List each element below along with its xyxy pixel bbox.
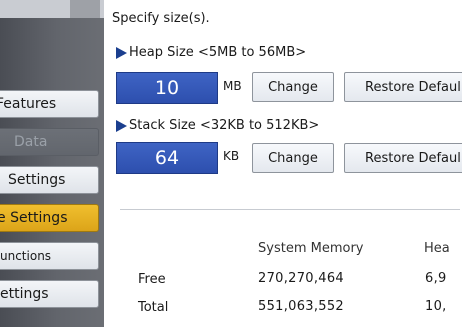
sidebar: Features Data Settings e Settings unctio… bbox=[0, 0, 104, 327]
heap-change-button[interactable]: Change bbox=[252, 72, 334, 102]
sidebar-item-label: Data bbox=[14, 134, 48, 150]
table-cell-free-system-memory: 270,270,464 bbox=[258, 271, 345, 286]
sidebar-item-functions[interactable]: unctions bbox=[0, 242, 99, 270]
heap-restore-default-button[interactable]: Restore Defaul bbox=[344, 72, 462, 102]
table-cell-total-heap: 10, bbox=[425, 299, 447, 314]
divider bbox=[120, 209, 460, 210]
instruction-text: Specify size(s). bbox=[112, 11, 210, 26]
sidebar-item-label: ettings bbox=[0, 286, 49, 302]
table-header-heap: Hea bbox=[424, 241, 450, 256]
table-row-label-total: Total bbox=[138, 300, 169, 315]
sidebar-item-label: unctions bbox=[0, 249, 52, 263]
stack-change-button[interactable]: Change bbox=[252, 143, 334, 173]
heap-size-value[interactable]: 10 bbox=[116, 72, 218, 104]
heap-size-label: Heap Size <5MB to 56MB> bbox=[116, 45, 306, 60]
stack-size-value[interactable]: 64 bbox=[116, 142, 218, 174]
table-row-label-free: Free bbox=[138, 272, 166, 287]
table-header-system-memory: System Memory bbox=[258, 241, 364, 256]
sidebar-item-features[interactable]: Features bbox=[0, 90, 99, 118]
stack-size-label-text: Stack Size <32KB to 512KB> bbox=[129, 118, 320, 133]
sidebar-item-label: Settings bbox=[8, 172, 66, 188]
arrow-right-icon bbox=[116, 119, 127, 132]
heap-size-label-text: Heap Size <5MB to 56MB> bbox=[129, 45, 307, 60]
sidebar-item-other-settings[interactable]: ettings bbox=[0, 280, 99, 308]
arrow-right-icon bbox=[116, 46, 127, 59]
sidebar-top-notch bbox=[70, 0, 100, 18]
table-cell-free-heap: 6,9 bbox=[425, 271, 447, 286]
stack-size-unit: KB bbox=[223, 149, 240, 163]
stack-restore-default-button[interactable]: Restore Defaul bbox=[344, 143, 462, 173]
sidebar-item-label: Features bbox=[0, 96, 57, 112]
sidebar-item-active-settings[interactable]: e Settings bbox=[0, 204, 99, 232]
sidebar-item-settings[interactable]: Settings bbox=[0, 166, 99, 194]
table-cell-total-system-memory: 551,063,552 bbox=[258, 299, 345, 314]
stack-size-label: Stack Size <32KB to 512KB> bbox=[116, 118, 319, 133]
main-panel: Specify size(s). Heap Size <5MB to 56MB>… bbox=[104, 0, 462, 327]
sidebar-item-label: e Settings bbox=[0, 210, 68, 226]
heap-size-unit: MB bbox=[223, 79, 242, 93]
sidebar-item-data: Data bbox=[0, 128, 99, 156]
